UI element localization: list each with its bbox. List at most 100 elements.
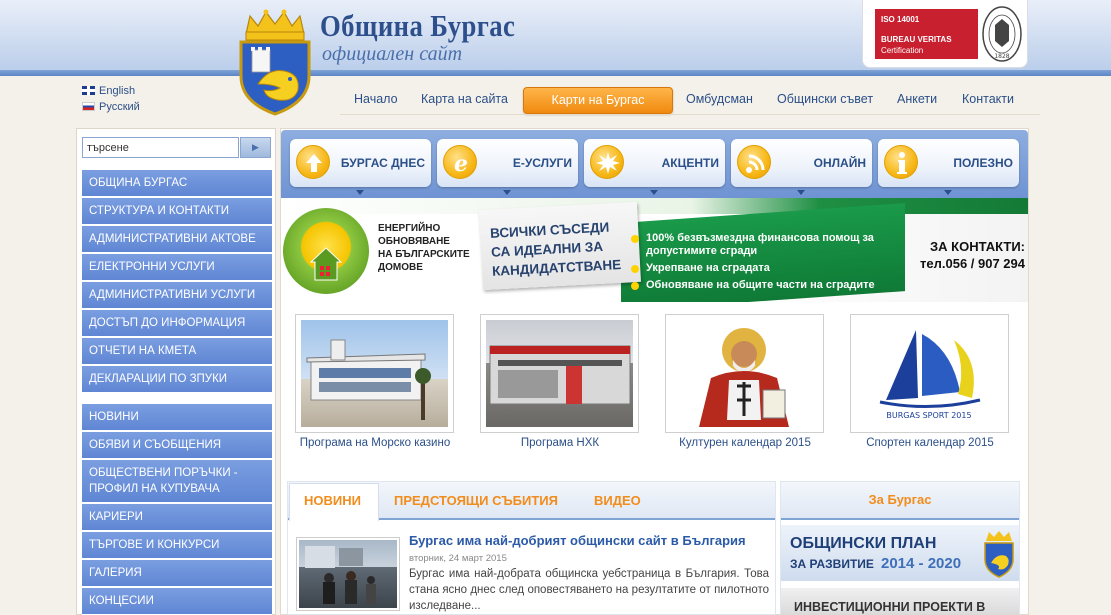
sidebar-item-concessions[interactable]: Концесии: [82, 588, 272, 615]
thumbnail-caption[interactable]: Спортен календар 2015: [840, 436, 1020, 450]
sidebar-item-public-procurement[interactable]: Обществени поръчки - профил на купувача: [82, 460, 272, 503]
banner-contact: ЗА КОНТАКТИ: тел.056 / 907 294: [901, 238, 1025, 272]
plan-title: ОБЩИНСКИ ПЛАН: [790, 535, 937, 552]
bureau-veritas-seal-icon: 1828: [982, 6, 1022, 62]
arrow-up-icon: [296, 145, 330, 179]
category-useful[interactable]: Полезно: [878, 139, 1019, 187]
saint-icon-image: [671, 320, 818, 427]
sidebar-item-structure[interactable]: Структура и контакти: [82, 198, 272, 225]
language-english-link[interactable]: English: [82, 85, 135, 97]
thumbnail-sports-calendar[interactable]: BURGAS SPORT 2015: [850, 314, 1009, 433]
investment-projects-title: ИНВЕСТИЦИОННИ ПРОЕКТИ В: [794, 600, 986, 614]
banner-contact-phone: тел.056 / 907 294: [920, 256, 1025, 271]
tab-upcoming-events[interactable]: Предстоящи събития: [394, 493, 558, 508]
nav-home[interactable]: Начало: [354, 92, 398, 106]
banner-contact-label: ЗА КОНТАКТИ:: [930, 239, 1025, 254]
category-highlights[interactable]: Акценти: [584, 139, 725, 187]
language-label: English: [99, 85, 136, 97]
search-button[interactable]: ▶: [240, 137, 271, 158]
info-icon: [884, 145, 918, 179]
nhk-building-image: [486, 320, 633, 427]
arrow-right-icon: ▶: [252, 142, 259, 152]
sidebar-item-tenders[interactable]: Търгове и конкурси: [82, 532, 272, 559]
site-subtitle: официален сайт: [322, 43, 463, 65]
banner-logo-line: НА БЪЛГАРСКИТЕ: [378, 249, 470, 260]
burgas-coat-of-arms-icon[interactable]: [236, 6, 314, 116]
nav-ombudsman[interactable]: Омбудсман: [686, 92, 753, 106]
nav-sitemap[interactable]: Карта на сайта: [421, 92, 508, 106]
search-input[interactable]: [82, 137, 239, 158]
sidebar-item-careers[interactable]: Кариери: [82, 504, 272, 531]
banner-top-strip: [281, 198, 1028, 214]
header-bar: [0, 70, 1111, 76]
sidebar-item-admin-acts[interactable]: Административни актове: [82, 226, 272, 253]
banner-bullets: 100% безвъзмездна финансова помощ за доп…: [631, 232, 891, 296]
sea-casino-image: [301, 320, 448, 427]
iso-red-panel: ISO 14001 BUREAU VERITAS Certification: [875, 9, 978, 59]
sidebar-item-admin-services[interactable]: Административни услуги: [82, 282, 272, 309]
sidebar-item-announcements[interactable]: Обяви и съобщения: [82, 432, 272, 459]
chevron-down-icon: [356, 190, 364, 195]
banner-logo-text: ЕНЕРГИЙНО ОБНОВЯВАНЕ НА БЪЛГАРСКИТЕ ДОМО…: [378, 222, 470, 274]
banner-bullet: Обновяване на общите части на сградите: [631, 279, 891, 292]
news-thumbnail[interactable]: [296, 537, 400, 611]
wifi-icon: [737, 145, 771, 179]
chevron-down-icon: [797, 190, 805, 195]
category-burgas-today[interactable]: Бургас днес: [290, 139, 431, 187]
news-excerpt: Бургас има най-добрата общинска уебстран…: [409, 568, 769, 612]
svg-text:e: e: [454, 151, 468, 177]
category-e-services[interactable]: e E-услуги: [437, 139, 578, 187]
language-russian-link[interactable]: Русский: [82, 101, 140, 113]
iso-line3: Certification: [881, 46, 924, 55]
sidebar-item-e-services[interactable]: Електронни услуги: [82, 254, 272, 281]
tab-video[interactable]: Видео: [594, 493, 641, 508]
thumbnail-caption[interactable]: Културен календар 2015: [655, 436, 835, 450]
thumbnail-caption[interactable]: Програма на Морско казино: [285, 436, 465, 450]
news-date: вторник, 24 март 2015: [409, 553, 507, 564]
banner-logo-line: ДОМОВЕ: [378, 262, 423, 273]
category-label: Бургас днес: [340, 156, 425, 170]
banner-logo-line: ЕНЕРГИЙНО: [378, 223, 441, 234]
chevron-down-icon: [503, 190, 511, 195]
nav-contacts[interactable]: Контакти: [962, 92, 1014, 106]
sidebar-item-declarations[interactable]: Декларации по ЗПУКИ: [82, 366, 272, 393]
sidebar-item-news[interactable]: Новини: [82, 404, 272, 431]
nav-polls[interactable]: Анкети: [897, 92, 937, 106]
burgas-sport-logo-image: BURGAS SPORT 2015: [856, 320, 1003, 427]
sidebar-item-gallery[interactable]: Галерия: [82, 560, 272, 587]
chevron-down-icon: [944, 190, 952, 195]
banner-card-text: ВСИЧКИ СЪСЕДИ СА ИДЕАЛНИ ЗА КАНДИДАТСТВА…: [490, 216, 638, 281]
sidebar-separator: [82, 393, 272, 402]
site-title[interactable]: Община Бургас: [320, 10, 515, 42]
nav-divider: [340, 114, 1040, 115]
thumbnail-caption[interactable]: Програма НХК: [470, 436, 650, 450]
tab-news[interactable]: Новини: [304, 493, 361, 508]
plan-subtitle: ЗА РАЗВИТИЕ: [790, 557, 874, 571]
nav-burgas-maps-button[interactable]: Карти на Бургас: [523, 87, 673, 114]
banner-bullet: Укрепване на сградата: [631, 262, 891, 275]
nav-municipal-council[interactable]: Общински съвет: [777, 92, 873, 106]
energy-renovation-banner[interactable]: ЕНЕРГИЙНО ОБНОВЯВАНЕ НА БЪЛГАРСКИТЕ ДОМО…: [281, 198, 1028, 302]
uk-flag-icon: [82, 86, 95, 95]
burgas-coat-of-arms-icon: [984, 531, 1014, 578]
category-label: Акценти: [661, 156, 719, 170]
thumbnail-sea-casino[interactable]: [295, 314, 454, 433]
news-photo: [299, 540, 397, 608]
thumbnail-nhk[interactable]: [480, 314, 639, 433]
about-burgas-heading[interactable]: За Бургас: [781, 482, 1019, 520]
sidebar-item-municipality[interactable]: Община Бургас: [82, 170, 272, 197]
sidebar-item-access-info[interactable]: Достъп до информация: [82, 310, 272, 337]
e-letter-icon: e: [443, 145, 477, 179]
category-online[interactable]: Онлайн: [731, 139, 872, 187]
banner-bullet: 100% безвъзмездна финансова помощ за доп…: [631, 232, 891, 258]
house-logo-icon: [283, 208, 369, 294]
category-label: E-услуги: [512, 156, 572, 170]
news-title-link[interactable]: Бургас има най-добрият общински сайт в Б…: [409, 533, 746, 548]
iso-certification-badge: ISO 14001 BUREAU VERITAS Certification 1…: [862, 0, 1028, 68]
russia-flag-icon: [82, 102, 95, 111]
thumbnail-cultural-calendar[interactable]: [665, 314, 824, 433]
iso-line1: ISO 14001: [881, 15, 920, 24]
sidebar-item-mayor-reports[interactable]: Отчети на кмета: [82, 338, 272, 365]
category-label: Онлайн: [813, 156, 866, 170]
burst-icon: [590, 145, 624, 179]
